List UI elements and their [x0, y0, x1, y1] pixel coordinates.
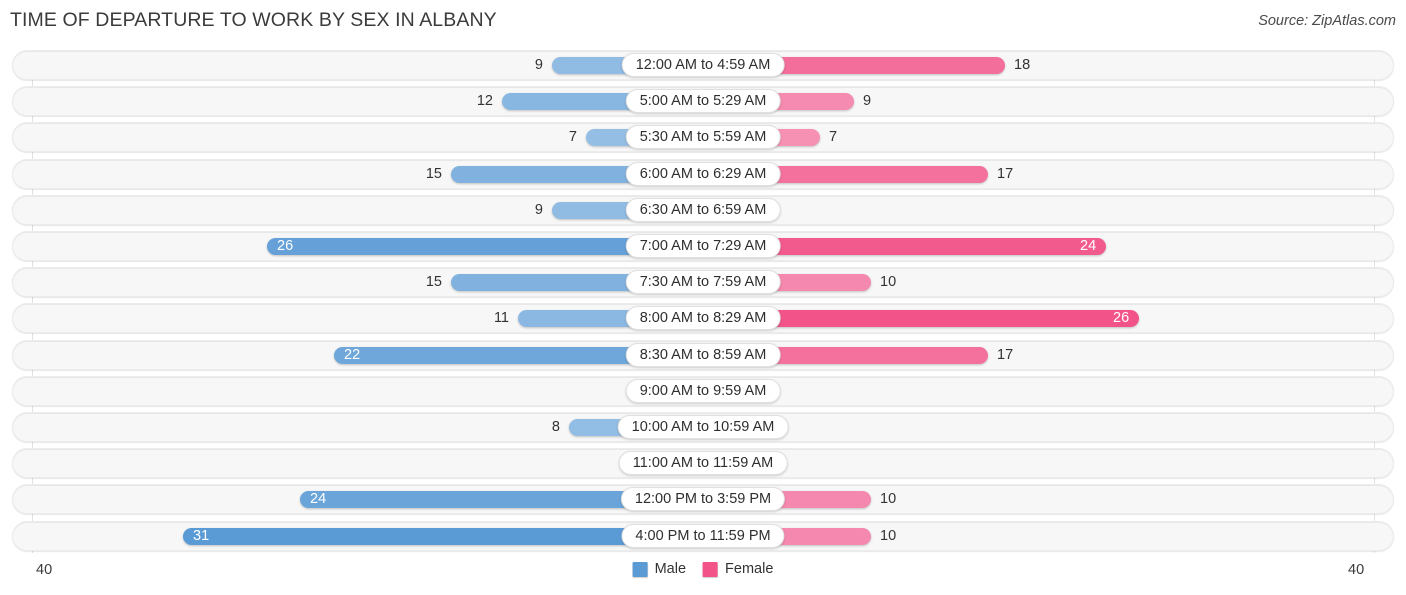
chart-plot-area: 9 18 12:00 AM to 4:59 AM 12 9 5:00 AM to 5:29… [0, 50, 1406, 555]
bar-value-male: 15 [425, 166, 442, 182]
bar-value-male: 22 [344, 347, 361, 363]
axis-max-label-right: 40 [1348, 562, 1365, 578]
bar-value-female: 24 [1080, 238, 1097, 254]
row-category-label: 5:30 AM to 5:59 AM [625, 125, 781, 149]
bar-value-male: 9 [534, 202, 543, 218]
bar-value-male: 11 [493, 310, 509, 326]
chart-legend: Male Female [632, 561, 773, 577]
chart-row: 26 24 7:00 AM to 7:29 AM [0, 231, 1406, 261]
chart-row: 0011:00 AM to 11:59 AM [0, 448, 1406, 478]
chart-row: 12 9 5:00 AM to 5:29 AM [0, 86, 1406, 116]
bar-value-male: 31 [193, 528, 210, 544]
source-attribution: Source: ZipAtlas.com [1258, 13, 1396, 29]
axis-max-label-left: 40 [36, 562, 53, 578]
chart-row: 8010:00 AM to 10:59 AM [0, 412, 1406, 442]
chart-row: 15 10 7:30 AM to 7:59 AM [0, 267, 1406, 297]
chart-row: 926:30 AM to 6:59 AM [0, 195, 1406, 225]
legend-item-male[interactable]: Male [632, 561, 687, 577]
chart-row: 11 26 8:00 AM to 8:29 AM [0, 303, 1406, 333]
legend-swatch-icon [703, 561, 719, 577]
legend-swatch-icon [632, 561, 648, 577]
chart-header: TIME OF DEPARTURE TO WORK BY SEX IN ALBA… [0, 0, 1406, 46]
bar-value-male: 24 [310, 491, 327, 507]
row-category-label: 9:00 AM to 9:59 AM [625, 379, 781, 403]
bar-value-male: 7 [568, 129, 577, 145]
legend-label: Female [725, 561, 774, 577]
page-title: TIME OF DEPARTURE TO WORK BY SEX IN ALBA… [10, 9, 497, 31]
bar-value-female: 10 [880, 528, 897, 544]
bar-value-female: 17 [997, 166, 1014, 182]
bar-value-male: 26 [277, 238, 294, 254]
chart-row: 31 10 4:00 PM to 11:59 PM [0, 521, 1406, 551]
bar-value-male: 12 [476, 93, 493, 109]
row-category-label: 6:30 AM to 6:59 AM [625, 198, 781, 222]
bar-value-female: 17 [997, 347, 1014, 363]
chart-row: 319:00 AM to 9:59 AM [0, 376, 1406, 406]
row-category-label: 12:00 PM to 3:59 PM [620, 487, 786, 511]
chart-row: 9 18 12:00 AM to 4:59 AM [0, 50, 1406, 80]
bar-value-female: 18 [1014, 57, 1031, 73]
bar-value-male: 9 [534, 57, 543, 73]
legend-label: Male [654, 561, 687, 577]
chart-row: 7 7 5:30 AM to 5:59 AM [0, 122, 1406, 152]
row-category-label: 7:30 AM to 7:59 AM [625, 270, 781, 294]
row-category-label: 11:00 AM to 11:59 AM [618, 451, 788, 475]
row-category-label: 8:30 AM to 8:59 AM [625, 343, 781, 367]
bar-value-male: 15 [425, 274, 442, 290]
row-category-label: 10:00 AM to 10:59 AM [617, 415, 789, 439]
bar-value-female: 9 [863, 93, 872, 109]
row-category-label: 5:00 AM to 5:29 AM [625, 89, 781, 113]
bar-value-female: 10 [880, 274, 897, 290]
bar-value-female: 10 [880, 491, 897, 507]
chart-row: 24 10 12:00 PM to 3:59 PM [0, 484, 1406, 514]
row-category-label: 7:00 AM to 7:29 AM [625, 234, 781, 258]
row-category-label: 4:00 PM to 11:59 PM [621, 524, 785, 548]
chart-footer: 40 40 Male Female [0, 556, 1406, 595]
bar-value-female: 26 [1113, 310, 1130, 326]
row-category-label: 6:00 AM to 6:29 AM [625, 162, 781, 186]
row-category-label: 8:00 AM to 8:29 AM [625, 306, 781, 330]
chart-row: 15 17 6:00 AM to 6:29 AM [0, 159, 1406, 189]
legend-item-female[interactable]: Female [703, 561, 773, 577]
row-category-label: 12:00 AM to 4:59 AM [621, 53, 785, 77]
bar-value-female: 7 [829, 129, 838, 145]
chart-row: 22 17 8:30 AM to 8:59 AM [0, 340, 1406, 370]
bar-value-male: 8 [551, 419, 560, 435]
